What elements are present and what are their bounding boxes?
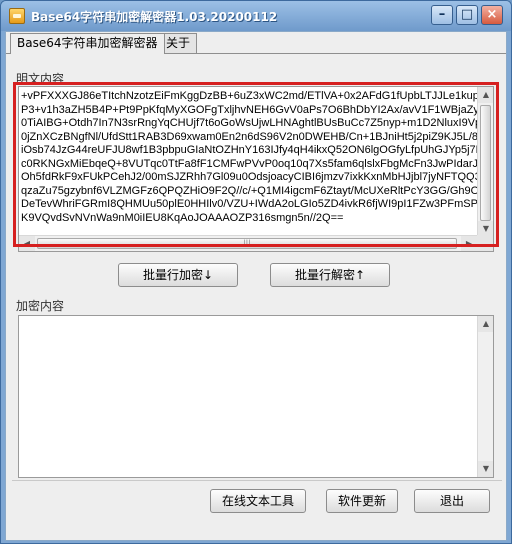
scroll-up-arrow-icon[interactable]: ▲ — [478, 87, 493, 103]
plaintext-vertical-scrollbar[interactable]: ▲ ▼ — [477, 87, 493, 237]
minimize-button[interactable]: – — [431, 5, 453, 25]
client-area: Base64字符串加密解密器 关于 明文内容 +vPFXXXGJ86eTItch… — [5, 31, 507, 541]
ciphertext-vertical-scrollbar[interactable]: ▲ ▼ — [477, 316, 493, 477]
app-window: Base64字符串加密解密器1.03.20200112 – □ × Base64… — [0, 0, 512, 544]
plaintext-line: 0TiAIBG+Otdh7In7N3srRngYqCHUjf7t6oGoWsUj… — [21, 117, 494, 129]
scrollbar-corner — [477, 235, 493, 251]
plaintext-line: DeTevWhriFGRmI8QHMUu50plE0HHIlv0/VZU+IWd… — [21, 198, 494, 210]
scroll-left-arrow-icon[interactable]: ◀ — [19, 236, 35, 251]
plaintext-line: iOsb74JzG44reUFJU8wf1B3pbpuGIaNtOZHnY163… — [21, 144, 494, 156]
plaintext-line: Oh5fdRkF9xFUkPCehJ2/00mSJZRhh7Gl09u0Odsj… — [21, 171, 494, 183]
maximize-button[interactable]: □ — [456, 5, 478, 25]
scroll-down-arrow-icon[interactable]: ▼ — [478, 461, 493, 477]
footer-divider — [12, 480, 502, 481]
batch-encrypt-button[interactable]: 批量行加密↓ — [118, 263, 238, 287]
close-button[interactable]: × — [481, 5, 503, 25]
plaintext-horizontal-scrollbar[interactable]: ◀ ||| ▶ — [19, 235, 477, 251]
plaintext-line: +vPFXXXGJ86eTItchNzotzEiFmKggDzBB+6uZ3xW… — [21, 90, 494, 102]
title-bar[interactable]: Base64字符串加密解密器1.03.20200112 – □ × — [1, 1, 511, 31]
tab-label: Base64字符串加密解密器 — [17, 36, 158, 50]
window-title: Base64字符串加密解密器1.03.20200112 — [31, 10, 278, 24]
plaintext-textarea[interactable]: +vPFXXXGJ86eTItchNzotzEiFmKggDzBB+6uZ3xW… — [18, 86, 494, 252]
plaintext-line: 0jZnXCzBNgfNl/UfdStt1RAB3D69xwam0En2n6dS… — [21, 130, 494, 143]
exit-button[interactable]: 退出 — [414, 489, 490, 513]
scroll-right-arrow-icon[interactable]: ▶ — [461, 236, 477, 251]
plaintext-line: qzaZu75gzybnf6VLZMGFz6QPQZHiO9F2Q//c/+Q1… — [21, 184, 494, 197]
scroll-up-arrow-icon[interactable]: ▲ — [478, 316, 493, 332]
batch-decrypt-button[interactable]: 批量行解密↑ — [270, 263, 390, 287]
software-update-button[interactable]: 软件更新 — [326, 489, 398, 513]
online-tools-button[interactable]: 在线文本工具 — [210, 489, 306, 513]
ciphertext-label: 加密内容 — [16, 299, 65, 313]
tab-about[interactable]: 关于 — [159, 33, 198, 53]
plaintext-label: 明文内容 — [16, 72, 65, 86]
plaintext-line: K9VQvdSvNVnWa9nM0iIEU8KqAoJOAAAOZP316smg… — [21, 211, 344, 224]
plaintext-line: P3+v1h3aZH5B4P+Pt9PpKfqMyXGOFgTxljhvNEH6… — [21, 103, 494, 116]
scroll-thumb-horizontal[interactable]: ||| — [37, 238, 457, 249]
scroll-thumb-vertical[interactable] — [480, 105, 491, 221]
app-icon — [9, 8, 25, 24]
ciphertext-textarea[interactable]: ▲ ▼ — [18, 315, 494, 478]
plaintext-line: c0RKNGxMiEbqeQ+8VUTqc0TtFa8fF1CMFwPVvP0o… — [21, 157, 494, 170]
tab-label: 关于 — [166, 36, 191, 50]
tab-base64-encoder[interactable]: Base64字符串加密解密器 — [10, 33, 165, 54]
plaintext-content: +vPFXXXGJ86eTItchNzotzEiFmKggDzBB+6uZ3xW… — [21, 90, 494, 225]
